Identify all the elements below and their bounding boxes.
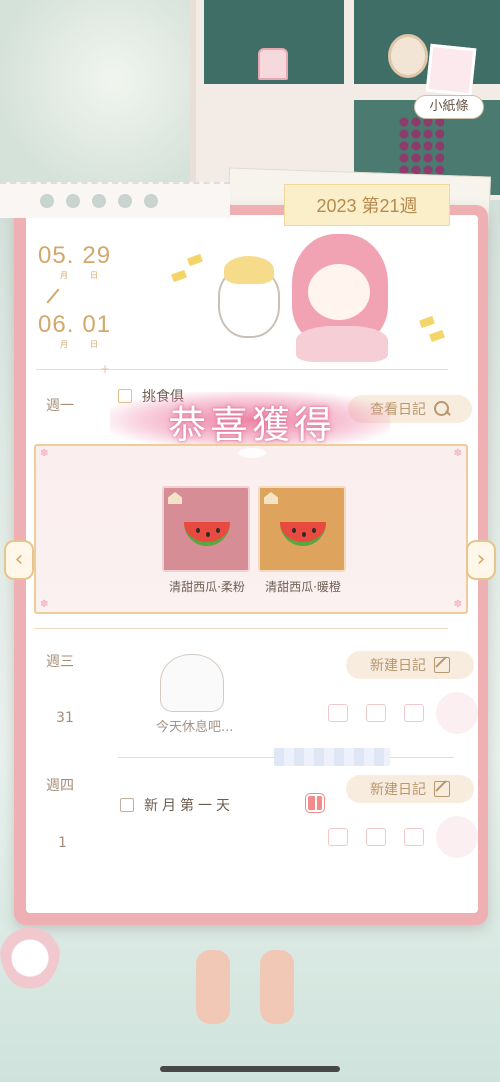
spiral-binding (0, 182, 230, 218)
watermelon-icon (184, 512, 230, 552)
month-unit: 月 (60, 271, 68, 280)
mood-slot[interactable] (366, 828, 386, 846)
corner-ornament: ✽ (40, 448, 49, 459)
corner-ornament: ✽ (453, 599, 462, 610)
search-icon (434, 401, 450, 417)
gift-icon[interactable] (306, 794, 324, 812)
week-title-tab: 2023 第21週 (284, 184, 450, 226)
task-checkbox[interactable] (120, 798, 134, 812)
mood-slots (328, 704, 424, 722)
day-unit: 日 (90, 271, 98, 280)
girl-face (308, 264, 370, 320)
flower-decoration (398, 116, 444, 176)
mood-slots (328, 828, 424, 846)
paw-charm-decoration (0, 910, 60, 990)
note-tag-button[interactable]: 小紙條 (414, 95, 484, 119)
home-icon (264, 492, 278, 504)
corner-ornament: ✽ (40, 599, 49, 610)
weekday-label: 週一 (46, 398, 74, 414)
reward-item-name: 清甜西瓜·暖橙 (265, 580, 341, 594)
sticker-slot[interactable] (436, 816, 478, 858)
corner-ornament: ✽ (453, 448, 462, 459)
end-month: 06. (38, 311, 75, 338)
binding-hole (40, 194, 54, 208)
mood-slot[interactable] (328, 704, 348, 722)
date-separator (46, 288, 60, 304)
rest-message: 今天休息吧... (156, 720, 234, 735)
edit-icon (434, 781, 450, 797)
mood-slot[interactable] (404, 828, 424, 846)
day-number: 31 (56, 710, 74, 726)
home-indicator[interactable] (160, 1066, 340, 1072)
new-diary-button[interactable]: 新建日記 (346, 775, 474, 803)
divider-plus-icon: + (100, 362, 111, 376)
day-number: 1 (58, 835, 67, 851)
home-icon (168, 492, 182, 504)
divider (36, 369, 448, 370)
task-label: 新月第一天 (144, 798, 234, 814)
cat-hat (224, 256, 274, 284)
watermelon-icon (280, 512, 326, 552)
washi-tape-decoration (274, 748, 390, 766)
photo-decoration (425, 43, 477, 97)
sparkle-icon (238, 448, 266, 458)
girl-dress (296, 326, 388, 362)
reward-item-name: 清甜西瓜·柔粉 (169, 580, 245, 594)
character-feet-decoration (190, 950, 300, 1030)
reward-title: 恭喜獲得 (167, 403, 336, 447)
divider (34, 628, 448, 629)
resting-character (160, 654, 224, 712)
month-unit: 月 (60, 340, 68, 349)
binding-hole (144, 194, 158, 208)
next-week-button[interactable]: › (466, 540, 496, 580)
weekday-label: 週三 (46, 654, 74, 670)
new-diary-button[interactable]: 新建日記 (346, 651, 474, 679)
new-diary-label: 新建日記 (370, 658, 426, 674)
edit-icon (434, 657, 450, 673)
clock-decoration (388, 34, 428, 78)
mood-slot[interactable] (328, 828, 348, 846)
weekday-label: 週四 (46, 778, 74, 794)
start-day: 29 (82, 242, 112, 269)
day-unit: 日 (90, 340, 98, 349)
reward-item[interactable]: 清甜西瓜·柔粉 (162, 486, 252, 595)
binding-hole (66, 194, 80, 208)
prev-week-button[interactable]: ‹ (4, 540, 34, 580)
task-item[interactable]: 新月第一天 (120, 795, 234, 815)
binding-hole (118, 194, 132, 208)
date-range: 05. 29 月 日 06. 01 月 日 (38, 242, 138, 350)
background-scene (0, 0, 190, 200)
mood-slot[interactable] (404, 704, 424, 722)
cake-decoration (258, 48, 288, 80)
reward-item[interactable]: 清甜西瓜·暖橙 (258, 486, 348, 595)
mood-slot[interactable] (366, 704, 386, 722)
binding-hole (92, 194, 106, 208)
reward-tile[interactable] (162, 486, 250, 572)
reward-tile[interactable] (258, 486, 346, 572)
new-diary-label: 新建日記 (370, 782, 426, 798)
sticker-slot[interactable] (436, 692, 478, 734)
start-month: 05. (38, 242, 75, 269)
reward-panel: ✽ ✽ ✽ ✽ 清甜西瓜·柔粉 清甜西瓜·暖橙 (34, 444, 468, 614)
end-day: 01 (82, 311, 112, 338)
characters-illustration (200, 228, 410, 368)
